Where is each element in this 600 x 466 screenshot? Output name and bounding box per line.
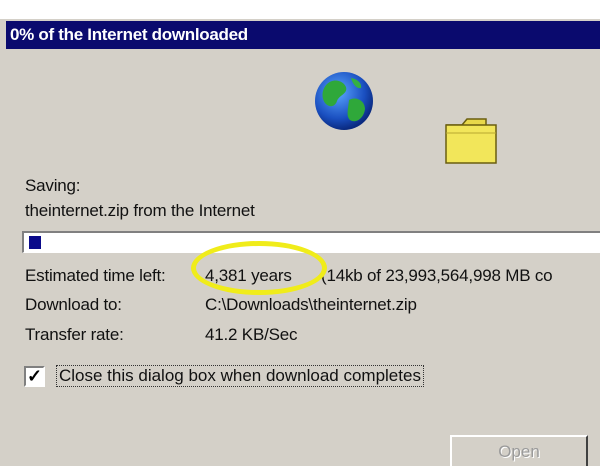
folder-icon: [445, 118, 497, 164]
transfer-rate-label: Transfer rate:: [25, 325, 124, 344]
estimated-size-detail: (14kb of 23,993,564,998 MB co: [321, 266, 553, 285]
saving-source: theinternet.zip from the Internet: [25, 201, 255, 220]
dialog-title[interactable]: 0% of the Internet downloaded: [6, 21, 600, 49]
close-when-done-checkbox[interactable]: ✓: [24, 366, 45, 387]
download-dialog: 0% of the Internet downloaded Saving: th…: [0, 18, 600, 466]
open-button[interactable]: Open: [450, 435, 588, 466]
close-when-done-label[interactable]: Close this dialog box when download comp…: [56, 365, 424, 387]
transfer-rate-value: 41.2 KB/Sec: [205, 325, 298, 344]
estimated-time-label: Estimated time left:: [25, 266, 166, 285]
download-to-path: C:\Downloads\theinternet.zip: [205, 295, 417, 314]
download-to-label: Download to:: [25, 295, 122, 314]
saving-label: Saving:: [25, 176, 81, 195]
years-highlight-circle: [191, 241, 327, 295]
checkmark-icon: ✓: [26, 366, 43, 386]
progress-fill: [29, 236, 41, 249]
globe-icon: [315, 72, 373, 130]
